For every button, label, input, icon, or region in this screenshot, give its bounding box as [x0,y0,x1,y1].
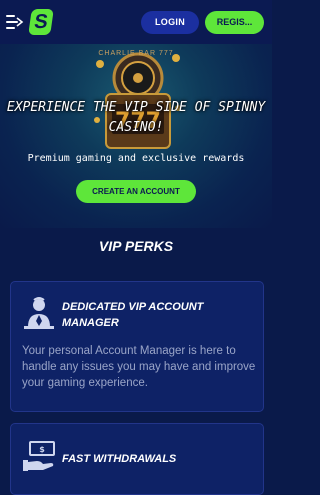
perk-card-account-manager: DEDICATED VIP ACCOUNT MANAGER Your perso… [10,281,264,412]
perk-title: FAST WITHDRAWALS [62,453,177,465]
hero-title: EXPERIENCE THE VIP SIDE OF SPINNY CASINO… [6,100,266,135]
hero-banner-text: CHARLIE BAR 777 [98,50,174,57]
logo-letter: S [28,9,54,35]
spinny-logo[interactable]: S [28,9,54,35]
vip-perks-title: VIP PERKS [98,238,174,254]
perk-text: Your personal Account Manager is here to… [22,345,256,389]
create-account-button[interactable]: CREATE AN ACCOUNT [76,180,196,203]
cash-hand-icon: $ [23,441,55,471]
perk-card-fast-withdrawals: $ FAST WITHDRAWALS [10,423,264,495]
register-button[interactable]: REGIS... [205,11,264,34]
perk-title: DEDICATED VIP ACCOUNT MANAGER [62,301,204,329]
login-button[interactable]: LOGIN [141,11,199,34]
menu-toggle-icon[interactable] [6,14,24,30]
hero-subtitle: Premium gaming and exclusive rewards [27,153,245,164]
svg-text:$: $ [39,445,45,454]
account-manager-icon [24,297,54,329]
site-header: S LOGIN REGIS... [0,0,272,44]
